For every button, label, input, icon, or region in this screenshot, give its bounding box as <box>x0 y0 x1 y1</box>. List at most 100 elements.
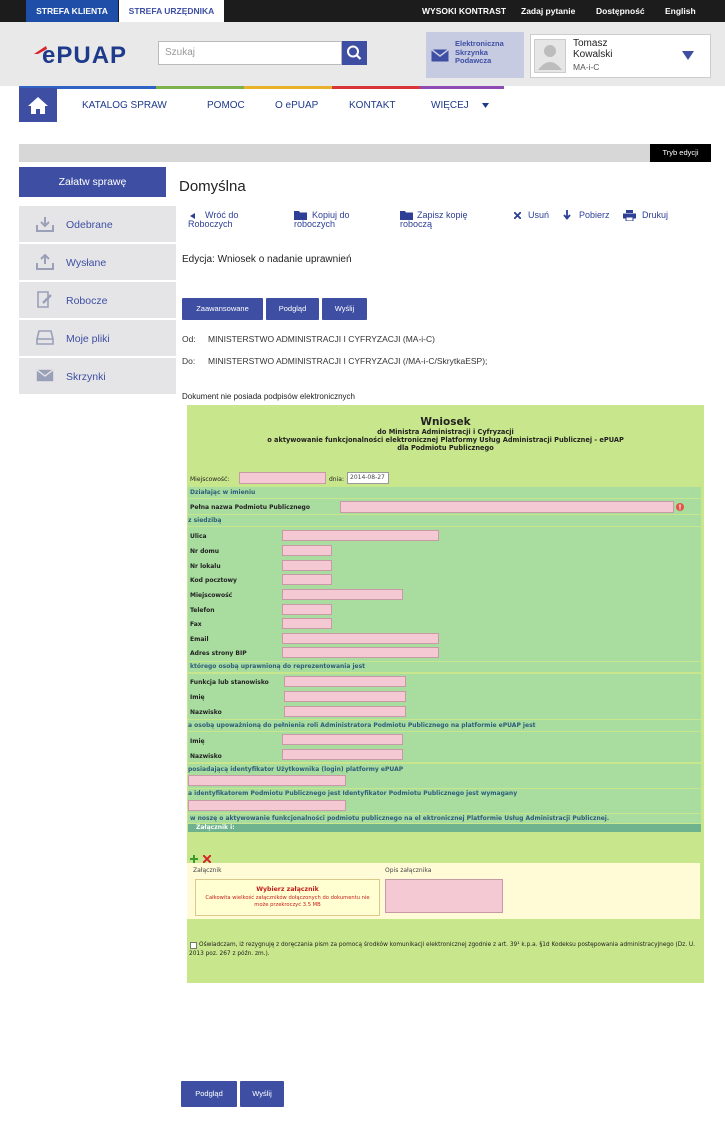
identifier-input[interactable] <box>188 800 346 811</box>
user-icon <box>538 45 562 70</box>
nav-contact[interactable]: KONTAKT <box>349 100 395 111</box>
street-input[interactable] <box>282 530 439 541</box>
rep-last-name-label: Nazwisko <box>190 709 222 716</box>
outbox-upload-icon <box>36 254 54 270</box>
section-request: w noszę o aktywowanie funkcjonalności po… <box>190 815 610 822</box>
envelope-icon <box>431 49 449 62</box>
section-representative: którego osobą uprawnioną do reprezentowa… <box>190 663 366 670</box>
tab-official-zone[interactable]: STREFA URZĘDNIKA <box>119 0 224 22</box>
attachment-description-textarea[interactable] <box>385 879 503 913</box>
nav-help[interactable]: POMOC <box>207 100 245 111</box>
rep-first-name-input[interactable] <box>284 691 406 702</box>
house-number-label: Nr domu <box>190 548 220 555</box>
draft-edit-icon <box>37 291 52 308</box>
fax-label: Fax <box>190 621 202 628</box>
back-to-drafts-link[interactable]: Wróć do Roboczych <box>188 211 258 229</box>
advanced-button[interactable]: Zaawansowane <box>182 298 263 320</box>
color-stripe-red <box>332 86 420 89</box>
email-input[interactable] <box>282 633 439 644</box>
search-icon <box>347 45 362 60</box>
admin-first-name-input[interactable] <box>282 734 403 745</box>
high-contrast-link[interactable]: WYSOKI KONTRAST <box>422 0 506 22</box>
apartment-number-input[interactable] <box>282 560 332 571</box>
delete-link[interactable]: Usuń <box>528 211 549 220</box>
admin-last-name-input[interactable] <box>282 749 403 760</box>
apartment-number-label: Nr lokalu <box>190 563 221 570</box>
chevron-down-icon[interactable] <box>682 51 694 61</box>
footer-send-button[interactable]: Wyślij <box>240 1081 284 1107</box>
position-input[interactable] <box>284 676 406 687</box>
copy-to-drafts-link[interactable]: Kopiuj do roboczych <box>294 211 364 229</box>
phone-label: Telefon <box>190 607 215 614</box>
attachment-header-band <box>188 824 701 832</box>
email-label: Email <box>190 636 209 643</box>
choose-attachment-button[interactable]: Wybierz załącznik Całkowita wielkość zał… <box>195 879 380 916</box>
sidebar-item-label: Odebrane <box>66 219 113 231</box>
house-number-input[interactable] <box>282 545 332 556</box>
color-stripe-green <box>156 86 244 89</box>
footer-preview-button[interactable]: Podgląd <box>181 1081 237 1107</box>
inbox-download-icon <box>36 217 54 232</box>
postal-code-input[interactable] <box>282 574 332 585</box>
form-subtitle-1: do Ministra Administracji i Cyfryzacji <box>377 428 514 436</box>
print-link[interactable]: Drukuj <box>642 211 668 220</box>
section-identifier: a identyfikatorem Podmiotu Publicznego j… <box>188 790 518 797</box>
place-input[interactable] <box>239 472 326 484</box>
to-value: MINISTERSTWO ADMINISTRACJI I CYFRYZACJI … <box>208 356 488 366</box>
home-icon <box>28 97 48 114</box>
send-button[interactable]: Wyślij <box>322 298 367 320</box>
preview-button[interactable]: Podgląd <box>266 298 319 320</box>
postal-code-label: Kod pocztowy <box>190 577 237 584</box>
tab-client-zone[interactable]: STREFA KLIENTA <box>26 0 118 22</box>
form-subtitle-3: dla Podmiotu Publicznego <box>397 444 494 452</box>
admin-first-name-label: Imię <box>190 738 205 745</box>
login-input[interactable] <box>188 775 346 786</box>
section-band <box>188 487 701 498</box>
home-button[interactable] <box>19 88 57 122</box>
esp-label: Elektroniczna Skrzynka Podawcza <box>455 39 504 65</box>
section-acting-on-behalf: Działając w imieniu <box>190 489 256 496</box>
full-name-input[interactable] <box>340 501 674 513</box>
nav-more[interactable]: WIĘCEJ <box>431 100 469 111</box>
city-input[interactable] <box>282 589 403 600</box>
caret-down-icon[interactable] <box>482 103 489 108</box>
form-heading: Wniosek <box>420 416 471 428</box>
nav-about[interactable]: O ePUAP <box>275 100 318 111</box>
mailbox-envelope-icon <box>36 369 54 382</box>
ask-question-link[interactable]: Zadaj pytanie <box>521 0 575 22</box>
bip-url-label: Adres strony BIP <box>190 650 247 657</box>
fax-input[interactable] <box>282 618 332 629</box>
date-input[interactable]: 2014-08-27 <box>347 472 389 484</box>
sidebar-item-label: Moje pliki <box>66 333 110 345</box>
remove-x-icon[interactable] <box>203 855 211 863</box>
search-input[interactable]: Szukaj <box>158 41 342 65</box>
admin-block <box>188 732 701 762</box>
nav-catalog[interactable]: KATALOG SPRAW <box>82 100 167 111</box>
attachment-size-note: Całkowita wielkość załączników dołączony… <box>205 895 370 908</box>
download-link[interactable]: Pobierz <box>579 211 610 220</box>
accessibility-link[interactable]: Dostępność <box>596 0 645 22</box>
rep-last-name-input[interactable] <box>284 706 406 717</box>
description-column-label: Opis załącznika <box>385 867 432 874</box>
add-plus-icon[interactable] <box>190 855 198 863</box>
declaration-text: Oświadczam, iż rezygnuję z doręczania pi… <box>189 942 696 957</box>
edit-document-label: Edycja: Wniosek o nadanie uprawnień <box>182 254 352 265</box>
address-block <box>188 527 701 661</box>
choose-attachment-label: Wybierz załącznik <box>256 886 319 893</box>
section-login: posiadającą identyfikator Użytkownika (l… <box>188 766 404 773</box>
toolbar-strip <box>19 144 711 162</box>
phone-input[interactable] <box>282 604 332 615</box>
color-stripe-purple <box>420 86 504 89</box>
to-label: Do: <box>182 356 196 366</box>
handle-matter-button[interactable]: Załatw sprawę <box>19 167 166 197</box>
form-subtitle-2: o aktywowanie funkcjonalności elektronic… <box>267 436 624 444</box>
printer-icon <box>623 210 636 221</box>
edit-mode-badge[interactable]: Tryb edycji <box>650 144 711 162</box>
english-link[interactable]: English <box>665 0 696 22</box>
search-button[interactable] <box>342 41 367 65</box>
bip-url-input[interactable] <box>282 647 439 658</box>
position-label: Funkcja lub stanowisko <box>190 679 269 686</box>
epuap-logo[interactable]: ePUAP <box>32 40 140 75</box>
sidebar-item-label: Skrzynki <box>66 371 106 383</box>
save-draft-copy-link[interactable]: Zapisz kopię roboczą <box>400 211 480 229</box>
